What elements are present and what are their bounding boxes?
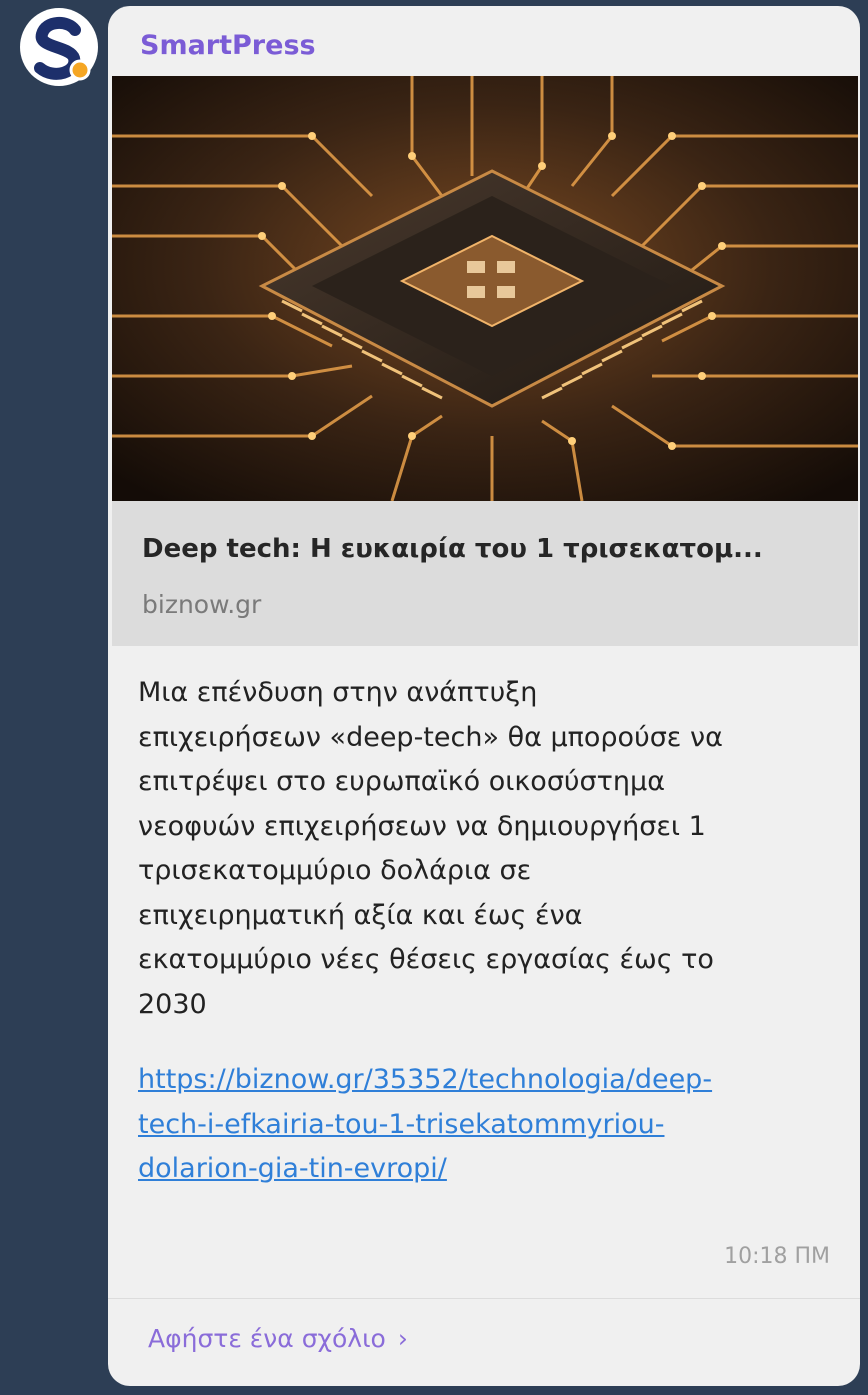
channel-avatar[interactable] (20, 8, 98, 86)
link-line[interactable]: dolarion-gia-tin-evropi/ (138, 1147, 848, 1192)
message-timestamp: 10:18 ΠΜ (724, 1244, 830, 1269)
sidebar-edge (0, 0, 18, 1395)
leave-comment-label: Αφήστε ένα σχόλιο (148, 1324, 386, 1353)
link-preview-card[interactable]: Deep tech: Η ευκαιρία του 1 τρισεκατομ..… (112, 76, 858, 646)
message-line: επιχειρηματική αξία και έως ένα (138, 899, 583, 931)
smartpress-logo-icon (22, 10, 96, 84)
message-line: τρισεκατομμύριο δολάρια σε (138, 855, 532, 886)
preview-image[interactable] (112, 76, 858, 501)
message-line: 2030 (138, 988, 207, 1020)
message-text: Μια επένδυση στην ανάπτυξη επιχειρήσεων … (138, 671, 838, 1027)
message-bubble: SmartPress Deep tech: Η ευκαιρία του 1 τ… (108, 6, 860, 1386)
message-line: επιχειρήσεων «deep-tech» θα μπορούσε να (138, 721, 723, 753)
divider (108, 1298, 860, 1299)
circuit-chip-image (112, 76, 858, 501)
preview-domain: biznow.gr (142, 590, 262, 619)
sender-name[interactable]: SmartPress (140, 30, 316, 61)
preview-title[interactable]: Deep tech: Η ευκαιρία του 1 τρισεκατομ..… (142, 534, 842, 564)
leave-comment-button[interactable]: Αφήστε ένα σχόλιο › (148, 1324, 408, 1353)
message-line: Μια επένδυση στην ανάπτυξη (138, 677, 538, 708)
link-line[interactable]: https://biznow.gr/35352/technologia/deep… (138, 1058, 848, 1103)
article-link[interactable]: https://biznow.gr/35352/technologia/deep… (138, 1058, 848, 1192)
message-line: επιτρέψει στο ευρωπαϊκό οικοσύστημα (138, 766, 666, 797)
link-line[interactable]: tech-i-efkairia-tou-1-trisekatommyriou- (138, 1103, 848, 1148)
message-line: εκατομμύριο νέες θέσεις εργασίας έως το (138, 944, 714, 975)
chevron-right-icon: › (397, 1324, 408, 1353)
message-line: νεοφυών επιχειρήσεων να δημιουργήσει 1 (138, 810, 706, 842)
